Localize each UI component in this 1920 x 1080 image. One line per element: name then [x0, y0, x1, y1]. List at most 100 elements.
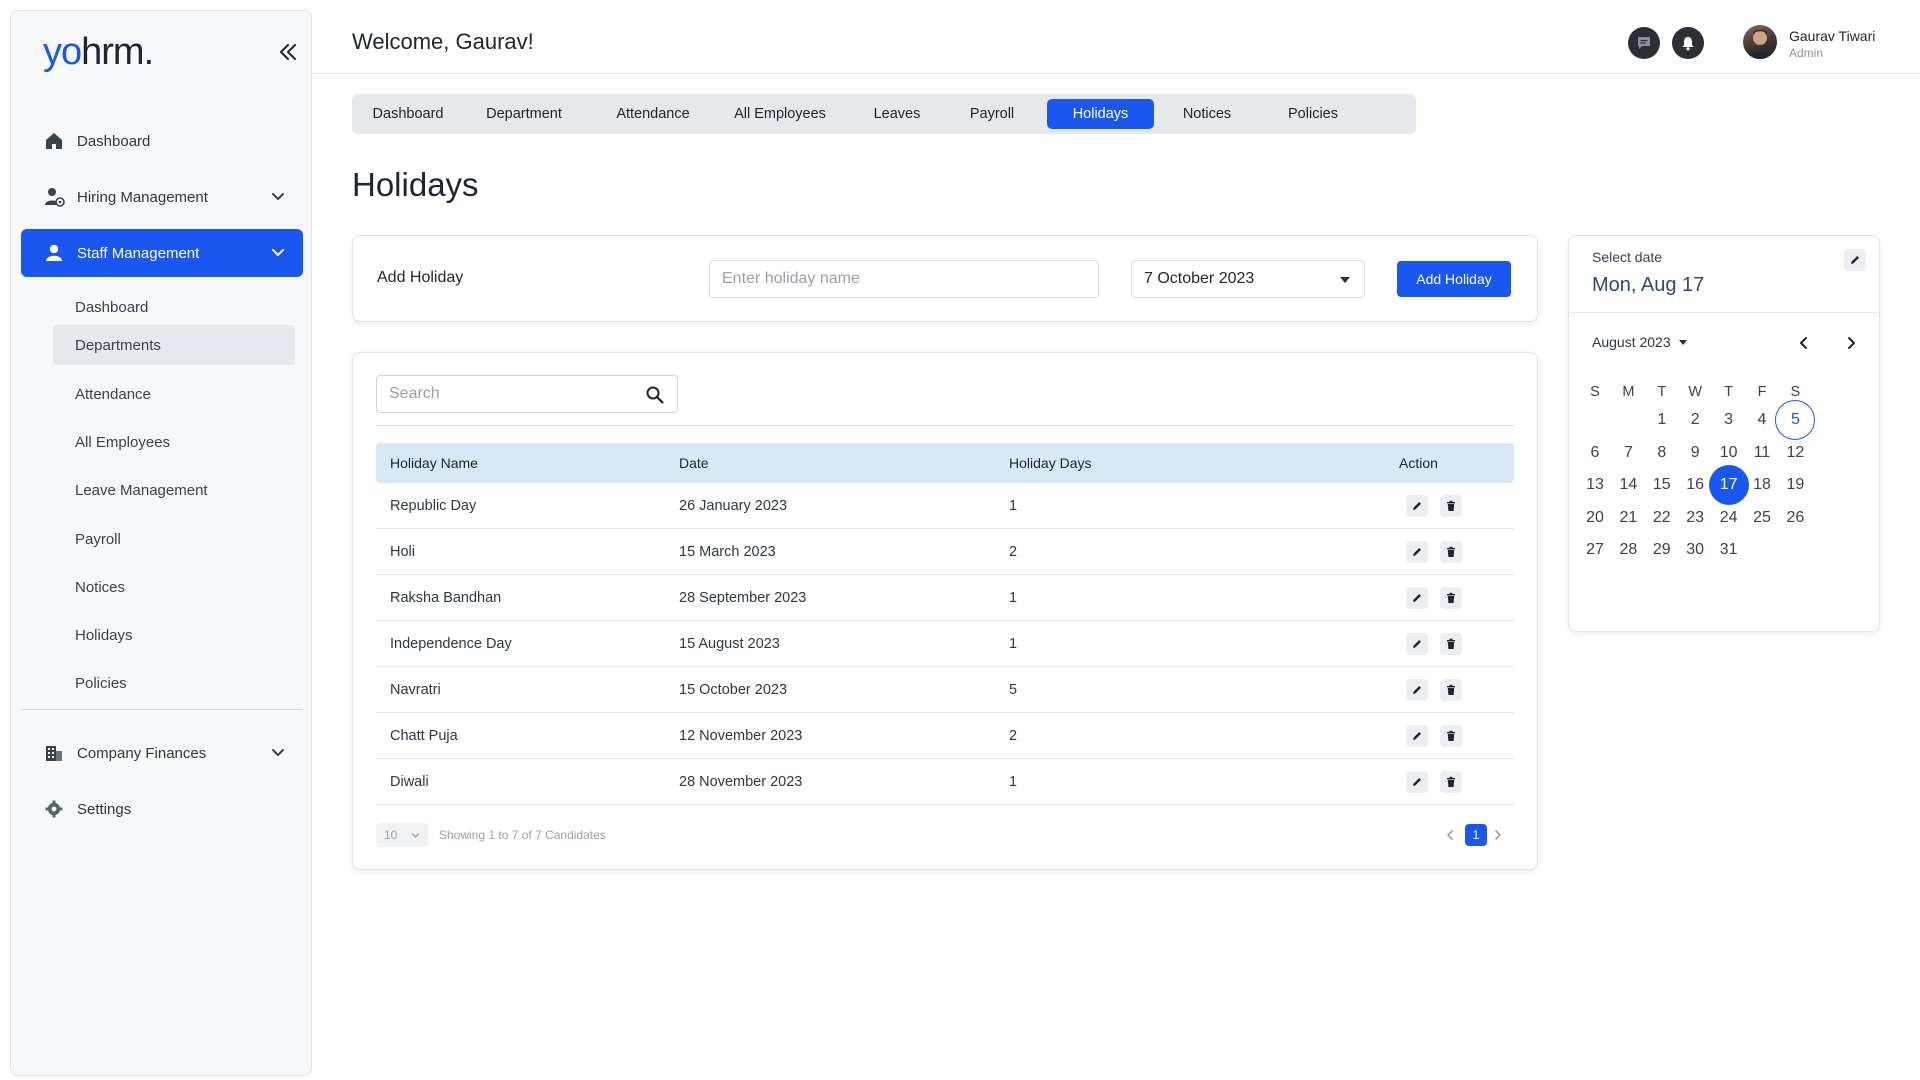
calendar-day[interactable]: 31 — [1709, 530, 1749, 570]
holiday-date-cell: 28 September 2023 — [679, 590, 807, 606]
holiday-days-cell: 1 — [1009, 590, 1018, 606]
delete-row-button[interactable] — [1440, 725, 1462, 747]
tab-leaves[interactable]: Leaves — [859, 99, 935, 129]
holiday-date-cell: 26 January 2023 — [679, 498, 788, 514]
edit-row-button[interactable] — [1406, 495, 1428, 517]
sidebar-item-label: Company Finances — [77, 744, 207, 762]
sidebar-subitem-holidays[interactable]: Holidays — [53, 615, 295, 655]
holidays-table-card: Holiday Name Date Holiday Days Action Re… — [352, 352, 1538, 870]
holiday-date-cell: 15 August 2023 — [679, 636, 780, 652]
sidebar-subitem-dashboard[interactable]: Dashboard — [53, 287, 295, 327]
logo[interactable]: yohrm. — [43, 31, 154, 74]
sidebar-subitem-departments[interactable]: Departments — [53, 325, 295, 365]
delete-row-button[interactable] — [1440, 541, 1462, 563]
sidebar-item-settings[interactable]: Settings — [21, 785, 303, 833]
tab-dashboard[interactable]: Dashboard — [362, 99, 454, 129]
trash-icon — [1445, 546, 1457, 558]
header-divider — [312, 73, 1920, 74]
messages-button[interactable] — [1628, 27, 1660, 59]
month-select[interactable]: August 2023 — [1592, 334, 1687, 350]
table-row: Diwali 28 November 2023 1 — [376, 759, 1514, 805]
table-header: Holiday Name Date Holiday Days Action — [376, 443, 1514, 483]
holiday-name-cell: Diwali — [390, 774, 429, 790]
chevron-down-icon — [269, 244, 287, 262]
hiring-icon — [43, 186, 65, 208]
avatar[interactable] — [1743, 25, 1777, 59]
sidebar-item-label: Dashboard — [77, 132, 151, 150]
calendar-day[interactable]: 26 — [1775, 498, 1815, 538]
search-input[interactable] — [377, 376, 637, 412]
tab-policies[interactable]: Policies — [1270, 99, 1356, 129]
edit-date-button[interactable] — [1844, 249, 1866, 271]
holiday-date-cell: 12 November 2023 — [679, 728, 803, 744]
per-page-value: 10 — [384, 828, 398, 842]
sidebar-item-staff-management[interactable]: Staff Management — [21, 229, 303, 277]
search-icon[interactable] — [645, 385, 665, 405]
next-page-icon[interactable] — [1491, 827, 1505, 843]
tab-payroll[interactable]: Payroll — [953, 99, 1031, 129]
sidebar-item-company-finances[interactable]: Company Finances — [21, 729, 303, 777]
trash-icon — [1445, 684, 1457, 696]
add-holiday-card: Add Holiday 7 October 2023 Add Holiday — [352, 235, 1538, 322]
delete-row-button[interactable] — [1440, 679, 1462, 701]
delete-row-button[interactable] — [1440, 587, 1462, 609]
edit-row-button[interactable] — [1406, 771, 1428, 793]
holiday-date-value: 7 October 2023 — [1144, 270, 1255, 287]
caret-down-icon — [1678, 339, 1687, 345]
holiday-days-cell: 2 — [1009, 728, 1018, 744]
table-row: Raksha Bandhan 28 September 2023 1 — [376, 575, 1514, 621]
staff-icon — [43, 242, 65, 264]
bell-icon — [1681, 36, 1695, 51]
notifications-button[interactable] — [1672, 27, 1704, 59]
pencil-icon — [1411, 684, 1423, 696]
pagination-summary: Showing 1 to 7 of 7 Candidates — [439, 828, 606, 842]
sidebar-item-dashboard[interactable]: Dashboard — [21, 117, 303, 165]
tab-department[interactable]: Department — [466, 99, 582, 129]
collapse-sidebar-icon[interactable] — [277, 41, 299, 63]
weekday-label: S — [1790, 384, 1801, 400]
tab-holidays[interactable]: Holidays — [1047, 99, 1154, 129]
tab-notices[interactable]: Notices — [1163, 99, 1251, 129]
sidebar-item-hiring-management[interactable]: Hiring Management — [21, 173, 303, 221]
sidebar: yohrm. Dashboard Hiring Management Staff… — [10, 10, 312, 1076]
holiday-days-cell: 1 — [1009, 636, 1018, 652]
edit-row-button[interactable] — [1406, 633, 1428, 655]
previous-month-icon[interactable] — [1795, 334, 1813, 352]
sidebar-subitem-leave-management[interactable]: Leave Management — [53, 470, 295, 510]
holiday-date-cell: 15 March 2023 — [679, 544, 776, 560]
page-number-button[interactable]: 1 — [1465, 824, 1487, 846]
sidebar-subitem-policies[interactable]: Policies — [53, 663, 295, 703]
edit-row-button[interactable] — [1406, 725, 1428, 747]
delete-row-button[interactable] — [1440, 633, 1462, 655]
sidebar-item-label: Settings — [77, 800, 132, 818]
add-holiday-label: Add Holiday — [377, 269, 464, 286]
table-row: Republic Day 26 January 2023 1 — [376, 483, 1514, 529]
per-page-select[interactable]: 10 — [376, 823, 428, 847]
previous-page-icon[interactable] — [1443, 827, 1457, 843]
sidebar-subitem-attendance[interactable]: Attendance — [53, 374, 295, 414]
edit-row-button[interactable] — [1406, 587, 1428, 609]
holiday-date-select[interactable]: 7 October 2023 — [1131, 260, 1365, 298]
sidebar-subitem-notices[interactable]: Notices — [53, 567, 295, 607]
delete-row-button[interactable] — [1440, 495, 1462, 517]
calendar-divider — [1569, 312, 1879, 313]
holiday-name-input[interactable] — [709, 260, 1099, 298]
column-header-holiday-name: Holiday Name — [390, 455, 478, 471]
next-month-icon[interactable] — [1842, 334, 1860, 352]
holiday-name-cell: Raksha Bandhan — [390, 590, 502, 606]
sidebar-subitem-all-employees[interactable]: All Employees — [53, 422, 295, 462]
edit-row-button[interactable] — [1406, 679, 1428, 701]
gear-icon — [43, 798, 65, 820]
holiday-date-cell: 15 October 2023 — [679, 682, 788, 698]
sidebar-subitem-payroll[interactable]: Payroll — [53, 519, 295, 559]
caret-down-icon — [1340, 277, 1350, 283]
tab-attendance[interactable]: Attendance — [600, 99, 706, 129]
delete-row-button[interactable] — [1440, 771, 1462, 793]
tab-all-employees[interactable]: All Employees — [719, 99, 841, 129]
welcome-title: Welcome, Gaurav! — [352, 29, 534, 54]
add-holiday-button[interactable]: Add Holiday — [1397, 261, 1511, 297]
pencil-icon — [1411, 730, 1423, 742]
edit-row-button[interactable] — [1406, 541, 1428, 563]
chevron-down-icon — [269, 188, 287, 206]
month-label: August 2023 — [1592, 334, 1671, 350]
